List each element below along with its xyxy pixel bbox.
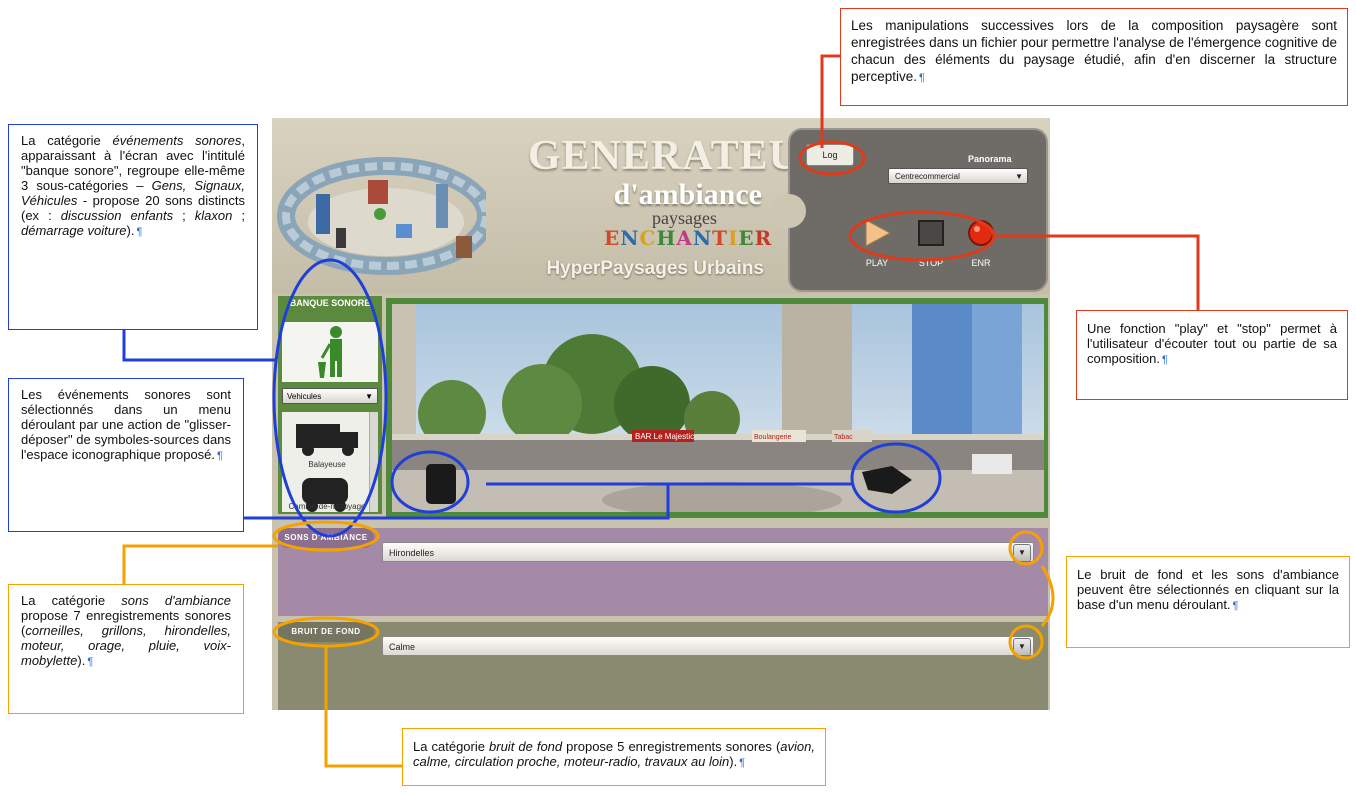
shop-sign: Tabac [834,434,853,441]
note-fond-selection: Le bruit de fond et les sons d'ambiance … [1066,556,1350,648]
note-evenements: La catégorie événements sonores, apparai… [8,124,258,330]
play-button[interactable] [862,218,892,248]
placed-person-icon [426,464,456,504]
banque-category-select[interactable]: Vehicules ▼ [282,388,378,404]
chevron-down-icon: ▼ [1015,172,1023,181]
stop-label: STOP [918,258,944,268]
stop-button[interactable] [916,218,946,248]
app-window: GENERATEUR d'ambiance paysages ENCHANTIE… [272,118,1050,710]
bruit-fond-row: BRUIT DE FOND Calme ▼ [278,622,1048,710]
iconographic-space[interactable]: BAR Le Majestic Boulangerie Tabac [386,298,1048,518]
record-button[interactable] [966,218,996,248]
balayeuse-icon[interactable] [292,418,364,458]
vehicle-category-icon [282,322,378,382]
list-item-label: Balayeuse [308,460,346,469]
bruit-fond-label: BRUIT DE FOND [278,622,374,642]
chevron-down-icon[interactable]: ▼ [1013,638,1031,656]
banque-title: BANQUE SONORE [289,298,371,308]
panorama-label: Panorama [968,154,1012,164]
banque-sonore-panel: BANQUE SONORE Vehicules ▼ Balayeuse Cami… [278,296,382,514]
bruit-fond-select[interactable]: Calme ▼ [382,636,1034,656]
panorama-select[interactable]: Centrecommercial ▼ [888,168,1028,184]
app-subtitle: d'ambiance [613,178,762,211]
panorama-photo: BAR Le Majestic Boulangerie Tabac [392,304,1044,512]
person-trash-icon [318,326,342,378]
log-button[interactable]: Log [806,144,854,166]
note-bruit-fond: La catégorie bruit de fond propose 5 enr… [402,728,826,786]
title-hyperpaysages: HyperPaysages Urbains [546,258,764,279]
note-log: Les manipulations successives lors de la… [840,8,1348,106]
control-panel: Log Panorama Centrecommercial ▼ PLAY STOP… [772,128,1048,292]
sons-ambiance-select[interactable]: Hirondelles ▼ [382,542,1034,562]
shop-sign: Boulangerie [754,434,791,441]
app-header: GENERATEUR d'ambiance paysages ENCHANTIE… [272,118,1050,294]
chevron-down-icon: ▼ [365,392,373,401]
note-selection: Les événements sonores sont sélectionnés… [8,378,244,532]
note-play: Une fonction "play" et "stop" permet à l… [1076,310,1348,400]
list-scrollbar[interactable] [369,412,378,512]
note-ambiance: La catégorie sons d'ambiance propose 7 e… [8,584,244,714]
panorama-ring-logo [277,157,486,275]
vehicle-list: Balayeuse Camion-de-nettoyage [282,412,378,512]
list-item-label: Camion-de-nettoyage [288,502,366,511]
app-title: GENERATEUR [528,133,832,179]
sons-ambiance-label: SONS D'AMBIANCE [278,528,374,548]
play-label: PLAY [865,258,889,268]
shop-sign: BAR Le Majestic [635,432,694,441]
title-enchantier: ENCHANTIER [604,226,773,250]
sons-ambiance-row: SONS D'AMBIANCE Hirondelles ▼ [278,528,1048,616]
chevron-down-icon[interactable]: ▼ [1013,544,1031,562]
rec-label: ENR [971,258,991,268]
